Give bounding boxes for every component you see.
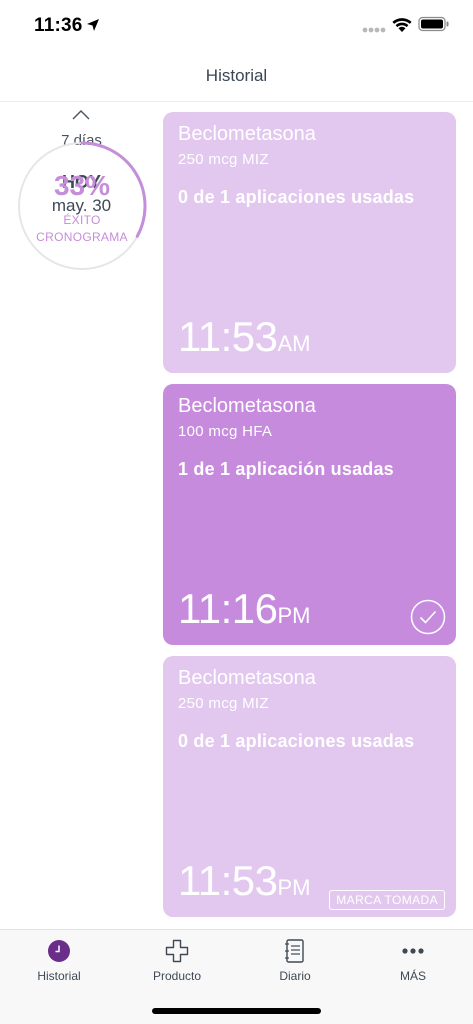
dose-card[interactable]: Beclometasona 250 mcg MIZ 0 de 1 aplicac… <box>163 656 456 917</box>
status-time: 11:36 <box>34 15 83 36</box>
dose-card[interactable]: Beclometasona 250 mcg MIZ 0 de 1 aplicac… <box>163 112 456 373</box>
medication-dose: 100 mcg HFA <box>178 423 273 440</box>
success-caption-line2: CRONOGRAMA <box>36 230 128 244</box>
wifi-icon <box>392 18 412 32</box>
cellular-signal-icon <box>362 27 386 33</box>
chevron-up-icon[interactable] <box>72 109 90 121</box>
notebook-icon <box>285 939 304 963</box>
clock-icon <box>48 940 70 962</box>
medication-dose: 250 mcg MIZ <box>178 695 269 712</box>
tab-label: Historial <box>37 969 81 983</box>
status-bar: 11:36 <box>0 0 473 52</box>
time-value: 11:53 <box>178 313 278 360</box>
tab-diario[interactable]: Diario <box>236 930 354 990</box>
tab-label: MÁS <box>399 969 426 983</box>
mark-taken-button[interactable]: MARCA TOMADA <box>329 890 445 910</box>
usage-text: 1 de 1 aplicación usadas <box>178 459 394 479</box>
tab-label: Producto <box>152 969 202 983</box>
time-value: 11:53 <box>178 857 278 904</box>
home-indicator <box>152 1008 321 1014</box>
medication-name: Beclometasona <box>178 395 316 417</box>
success-percent: 33% <box>53 170 111 201</box>
time-ampm: AM <box>277 331 311 356</box>
tab-label: Diario <box>279 969 311 983</box>
tab-historial[interactable]: Historial <box>0 930 118 990</box>
time-value: 11:16 <box>178 585 278 632</box>
success-ring <box>18 141 147 270</box>
navigation-header: Historial <box>0 52 473 102</box>
more-dots-icon <box>402 948 424 954</box>
tab-producto[interactable]: Producto <box>118 930 236 990</box>
page-title: Historial <box>205 66 268 85</box>
success-caption-line1: ÉXITO <box>63 213 101 227</box>
dose-card-taken[interactable]: Beclometasona 100 mcg HFA 1 de 1 aplicac… <box>163 384 456 645</box>
medication-dose: 250 mcg MIZ <box>178 151 269 168</box>
medical-cross-icon <box>165 939 189 963</box>
tab-mas[interactable]: MÁS <box>354 930 472 990</box>
dose-time: 11:16PM <box>178 586 311 639</box>
time-ampm: PM <box>277 603 311 628</box>
medication-name: Beclometasona <box>178 667 316 689</box>
time-ampm: PM <box>277 875 311 900</box>
usage-text: 0 de 1 aplicaciones usadas <box>178 187 415 207</box>
battery-icon <box>418 16 449 32</box>
usage-text: 0 de 1 aplicaciones usadas <box>178 731 415 751</box>
success-caption: ÉXITO CRONOGRAMA <box>17 212 147 246</box>
checkmark-circle-icon <box>410 599 446 635</box>
dose-time: 11:53PM <box>178 858 311 911</box>
medication-name: Beclometasona <box>178 123 316 145</box>
location-arrow-icon <box>87 19 99 31</box>
dose-time: 11:53AM <box>178 314 311 367</box>
